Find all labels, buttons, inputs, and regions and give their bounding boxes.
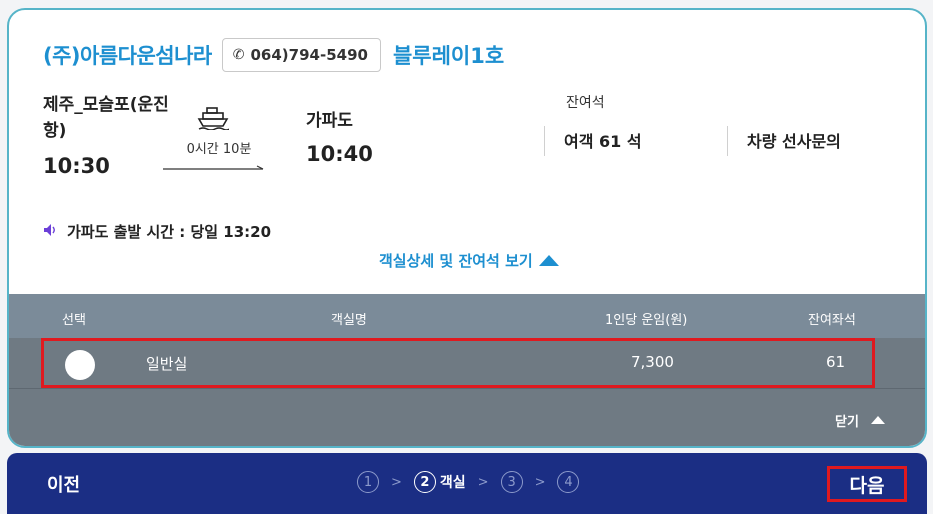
phone-button[interactable]: ✆ 064)794-5490 (221, 38, 381, 72)
step-1: 1 (357, 471, 379, 493)
next-label: 다음 (849, 474, 885, 497)
table-header: 선택 객실명 1인당 운임(원) 잔여좌석 (9, 294, 925, 338)
step-2: 2 객실 (413, 471, 466, 493)
step-3: 3 (500, 471, 523, 493)
booking-footer: 이전 1 > 2 객실 > 3 > 4 다음 (7, 453, 927, 514)
ferry-icon (197, 106, 230, 134)
header-remaining: 잔여좌석 (808, 313, 856, 328)
company-name: (주)아름다운섬나라 (43, 44, 212, 68)
close-label: 닫기 (835, 415, 859, 430)
route-arrow-icon (163, 158, 267, 177)
next-button[interactable]: 다음 (827, 466, 907, 502)
header-select: 선택 (62, 313, 86, 328)
divider (544, 126, 545, 156)
step-label: 객실 (439, 475, 466, 491)
step-number: 4 (557, 471, 580, 493)
step-number: 2 (413, 471, 436, 493)
ferry-schedule-card: (주)아름다운섬나라 ✆ 064)794-5490 블루레이1호 제주_모슬포(… (7, 8, 927, 448)
trip-duration: 0시간 10분 (186, 142, 252, 157)
passenger-seats: 여객 61 석 (564, 132, 642, 151)
remaining-seats-label: 잔여석 (566, 95, 605, 111)
arrival-time: 10:40 (306, 142, 373, 166)
phone-icon: ✆ (232, 47, 245, 63)
prev-button[interactable]: 이전 (47, 471, 80, 497)
return-notice-text: 가파도 출발 시간 : 당일 13:20 (67, 223, 272, 241)
triangle-up-icon (538, 252, 559, 270)
arrival-port: 가파도 (306, 111, 353, 131)
room-detail-label: 객실상세 및 잔여석 보기 (379, 252, 533, 270)
card-header: (주)아름다운섬나라 ✆ 064)794-5490 블루레이1호 (43, 38, 504, 72)
departure-time: 10:30 (43, 154, 110, 178)
step-indicator: 1 > 2 객실 > 3 > 4 (357, 471, 580, 493)
triangle-up-icon (870, 413, 885, 428)
divider (9, 388, 925, 389)
chevron-right-icon: > (391, 474, 402, 490)
chevron-right-icon: > (534, 474, 546, 490)
room-table: 선택 객실명 1인당 운임(원) 잔여좌석 일반실 7,300 61 닫기 (9, 294, 925, 446)
phone-number: 064)794-5490 (250, 46, 368, 64)
return-notice: 가파도 출발 시간 : 당일 13:20 (43, 221, 271, 242)
step-number: 1 (357, 471, 379, 493)
chevron-right-icon: > (477, 474, 489, 490)
row-highlight (41, 338, 875, 388)
departure-port: 제주_모슬포(운진항) (43, 95, 169, 141)
vehicle-seats: 차량 선사문의 (747, 132, 841, 151)
header-room-name: 객실명 (331, 313, 367, 328)
ship-name: 블루레이1호 (392, 44, 505, 68)
close-table-button[interactable]: 닫기 (835, 411, 885, 430)
speaker-icon (43, 223, 57, 241)
divider (727, 126, 728, 156)
step-number: 3 (500, 471, 523, 493)
header-fare: 1인당 운임(원) (605, 313, 688, 328)
room-detail-toggle[interactable]: 객실상세 및 잔여석 보기 (379, 250, 559, 271)
step-4: 4 (557, 471, 580, 493)
